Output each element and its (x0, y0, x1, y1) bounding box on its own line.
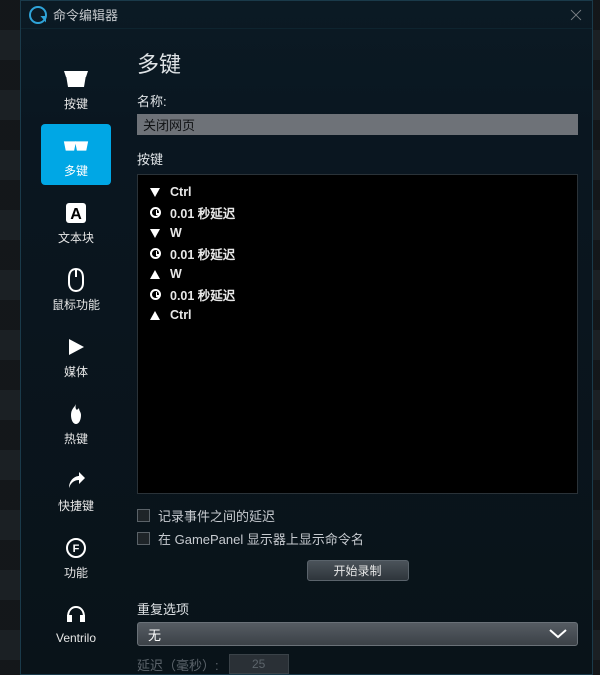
sidebar-item-function[interactable]: F 功能 (41, 526, 111, 587)
key-event-row[interactable]: W (148, 265, 567, 283)
play-icon (62, 335, 90, 359)
name-input[interactable] (137, 114, 578, 135)
sidebar-item-label: 功能 (64, 564, 88, 581)
window-title: 命令编辑器 (53, 5, 118, 24)
repeat-options-label: 重复选项 (137, 599, 578, 618)
sidebar-item-label: 热键 (64, 430, 88, 447)
checkbox-icon[interactable] (137, 509, 150, 522)
sidebar-item-keystroke[interactable]: 按键 (41, 57, 111, 118)
shortcut-arrow-icon (62, 469, 90, 493)
sidebar-item-mouse[interactable]: 鼠标功能 (41, 258, 111, 319)
svg-text:A: A (70, 206, 82, 223)
command-editor-dialog: 命令编辑器 按键 多键 A 文本块 (20, 0, 593, 675)
category-sidebar: 按键 多键 A 文本块 鼠标功能 (21, 29, 131, 674)
name-label: 名称: (137, 91, 578, 110)
close-icon[interactable] (568, 7, 584, 23)
gear-icon: F (62, 536, 90, 560)
key-event-row[interactable]: 0.01 秒延迟 (148, 201, 567, 224)
key-event-text: 0.01 秒延迟 (170, 203, 235, 222)
checkbox-label: 记录事件之间的延迟 (158, 506, 275, 525)
key-down-icon (148, 188, 162, 197)
clock-icon (148, 207, 162, 218)
svg-text:F: F (73, 543, 80, 555)
keys-label: 按键 (137, 149, 578, 168)
sidebar-item-media[interactable]: 媒体 (41, 325, 111, 386)
sidebar-item-textblock[interactable]: A 文本块 (41, 191, 111, 252)
multikey-icon (62, 134, 90, 158)
text-icon: A (62, 201, 90, 225)
checkbox-label: 在 GamePanel 显示器上显示命令名 (158, 529, 364, 548)
key-event-text: W (170, 226, 182, 240)
repeat-options-select[interactable]: 无 (137, 622, 578, 646)
clock-icon (148, 248, 162, 259)
show-on-gamepanel-checkbox-row[interactable]: 在 GamePanel 显示器上显示命令名 (137, 529, 578, 548)
section-title: 多键 (137, 47, 578, 79)
sidebar-item-label: 按键 (64, 95, 88, 112)
checkbox-icon[interactable] (137, 532, 150, 545)
sidebar-item-label: 鼠标功能 (52, 296, 100, 313)
sidebar-item-multikey[interactable]: 多键 (41, 124, 111, 185)
clock-icon (148, 289, 162, 300)
key-up-icon (148, 311, 162, 320)
sidebar-item-hotkey[interactable]: 热键 (41, 392, 111, 453)
sidebar-item-label: 多键 (64, 162, 88, 179)
keycap-icon (62, 67, 90, 91)
sidebar-item-label: 快捷键 (58, 497, 94, 514)
delay-label: 延迟（毫秒）: (137, 655, 219, 674)
start-recording-button[interactable]: 开始录制 (307, 560, 409, 581)
key-event-text: 0.01 秒延迟 (170, 285, 235, 304)
key-event-row[interactable]: Ctrl (148, 306, 567, 324)
flame-icon (62, 402, 90, 426)
select-value: 无 (148, 625, 161, 644)
key-event-row[interactable]: Ctrl (148, 183, 567, 201)
titlebar: 命令编辑器 (21, 1, 592, 29)
key-up-icon (148, 270, 162, 279)
sidebar-item-shortcut[interactable]: 快捷键 (41, 459, 111, 520)
key-sequence-list[interactable]: Ctrl 0.01 秒延迟 W 0.01 秒延迟 W 0.01 秒延迟 Ctrl (137, 174, 578, 493)
main-panel: 多键 名称: 按键 Ctrl 0.01 秒延迟 W 0.01 秒延迟 W 0.0… (131, 29, 592, 674)
mouse-icon (62, 268, 90, 292)
key-event-text: Ctrl (170, 185, 192, 199)
chevron-down-icon (549, 629, 567, 639)
sidebar-item-ventrilo[interactable]: Ventrilo (41, 593, 111, 651)
headset-icon (62, 603, 90, 627)
key-event-row[interactable]: W (148, 224, 567, 242)
key-event-text: W (170, 267, 182, 281)
key-event-row[interactable]: 0.01 秒延迟 (148, 242, 567, 265)
key-down-icon (148, 229, 162, 238)
sidebar-item-label: 文本块 (58, 229, 94, 246)
key-event-text: 0.01 秒延迟 (170, 244, 235, 263)
sidebar-item-label: 媒体 (64, 363, 88, 380)
delay-input (229, 654, 289, 674)
key-event-text: Ctrl (170, 308, 192, 322)
sidebar-item-label: Ventrilo (56, 631, 96, 645)
record-delays-checkbox-row[interactable]: 记录事件之间的延迟 (137, 506, 578, 525)
logitech-logo-icon (29, 6, 47, 24)
key-event-row[interactable]: 0.01 秒延迟 (148, 283, 567, 306)
